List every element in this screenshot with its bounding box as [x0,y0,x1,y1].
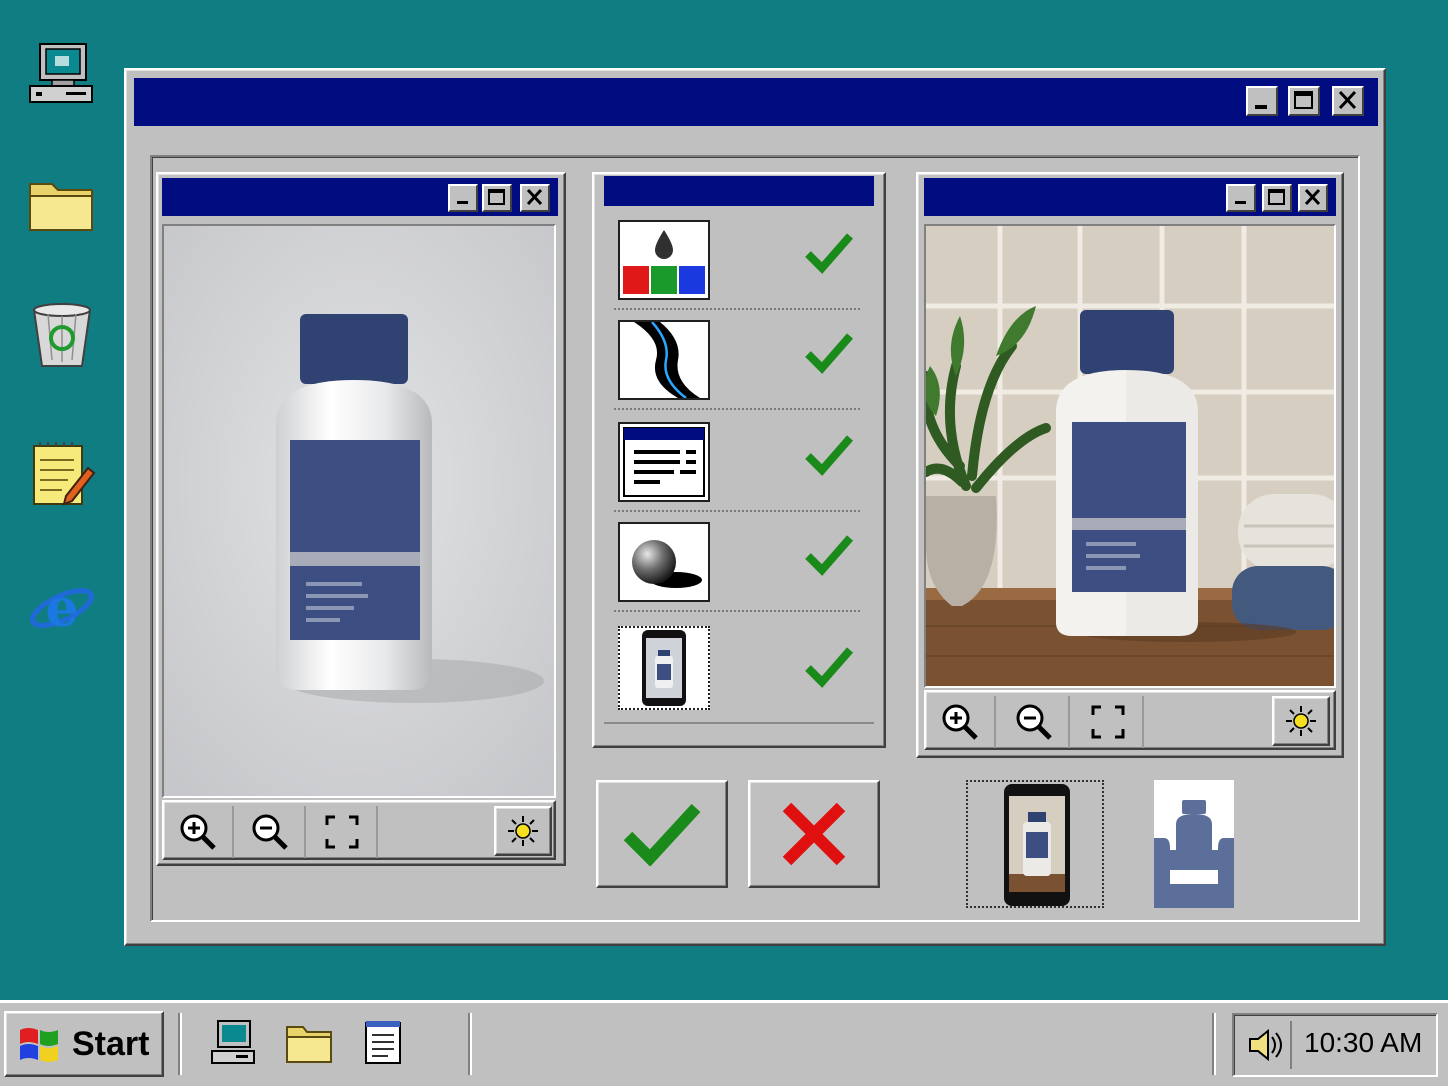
minimize-button[interactable] [1246,86,1278,116]
accept-button[interactable] [596,780,728,888]
fit-screen-icon [325,815,359,849]
my-computer-icon [211,1020,255,1064]
check-icon [805,647,854,688]
shading-sphere-icon [618,522,710,602]
left-minimize-button[interactable] [448,184,478,212]
close-icon [1304,188,1321,206]
zoom-out-icon [1016,704,1052,740]
start-button[interactable]: Start [4,1011,164,1077]
zoom-in-icon [942,704,978,740]
bottle-silhouette-thumbnail[interactable] [1154,780,1234,908]
brightness-icon [1286,706,1316,736]
recycle-bin-icon[interactable] [26,298,98,370]
minimize-icon [1255,105,1267,109]
checklist-item-text[interactable] [614,412,860,512]
notepad-icon [365,1021,401,1064]
phone-preview-thumbnail[interactable] [966,780,1104,908]
folder-icon [286,1026,332,1063]
left-product-image[interactable] [162,224,556,798]
right-product-image[interactable] [924,224,1336,688]
svg-text:e: e [45,578,78,639]
right-close-button[interactable] [1298,184,1328,212]
volume-button[interactable] [1244,1025,1284,1069]
reject-button[interactable] [748,780,880,888]
check-icon [805,333,854,374]
fit-screen-icon [1091,705,1125,739]
path-curve-icon [618,320,710,400]
right-brightness-button[interactable] [1272,696,1330,746]
checklist-item-shading[interactable] [614,512,860,612]
maximize-icon [488,189,505,205]
taskbar: Start 10:30 AM [0,1000,1448,1086]
folder-icon[interactable] [26,166,98,238]
checklist-item-path[interactable] [614,310,860,410]
quick-launch-computer[interactable] [208,1017,258,1071]
zoom-in-icon [180,814,216,850]
checklist-item-color[interactable] [614,210,860,310]
tray-divider [1290,1021,1292,1069]
right-minimize-button[interactable] [1226,184,1256,212]
color-ink-rgb-icon [618,220,710,300]
right-toolbar [924,690,1336,750]
start-label: Start [72,1024,150,1063]
speaker-icon [1249,1028,1282,1062]
right-fit-screen-button[interactable] [1074,696,1144,748]
my-computer-icon[interactable] [26,40,98,112]
close-icon [526,188,543,206]
clock[interactable]: 10:30 AM [1304,1027,1422,1058]
check-icon [805,535,854,576]
quick-launch-notepad[interactable] [360,1017,406,1071]
minimize-icon [1235,201,1246,204]
left-close-button[interactable] [520,184,550,212]
right-zoom-out-button[interactable] [1000,696,1070,748]
mobile-preview-icon [618,626,710,710]
quick-launch-folder[interactable] [284,1019,334,1069]
zoom-out-icon [252,814,288,850]
check-icon [623,803,701,866]
notepad-icon[interactable] [26,438,98,510]
x-icon [782,802,846,866]
maximize-icon [1294,91,1313,109]
taskbar-divider [1212,1013,1216,1075]
close-button[interactable] [1332,86,1364,116]
left-zoom-in-button[interactable] [164,806,234,858]
right-zoom-in-button[interactable] [926,696,996,748]
system-tray: 10:30 AM [1232,1013,1438,1077]
close-icon [1338,90,1357,110]
left-brightness-button[interactable] [494,806,552,856]
minimize-icon [457,201,468,204]
taskbar-divider [178,1013,182,1075]
checklist-item-mobile[interactable] [614,618,860,718]
maximize-button[interactable] [1288,86,1320,116]
left-fit-screen-button[interactable] [308,806,378,858]
main-titlebar[interactable] [134,78,1378,126]
checklist-titlebar[interactable] [604,176,874,206]
brightness-icon [508,816,538,846]
windows-logo-icon [20,1028,58,1062]
check-icon [805,233,854,274]
text-layout-icon [618,422,710,502]
left-maximize-button[interactable] [482,184,512,212]
left-toolbar [162,800,556,860]
left-zoom-out-button[interactable] [236,806,306,858]
internet-explorer-icon[interactable]: e [26,570,98,642]
taskbar-divider [468,1013,472,1075]
checklist-divider [604,722,874,724]
right-maximize-button[interactable] [1262,184,1292,212]
check-icon [805,435,854,476]
maximize-icon [1268,189,1285,205]
